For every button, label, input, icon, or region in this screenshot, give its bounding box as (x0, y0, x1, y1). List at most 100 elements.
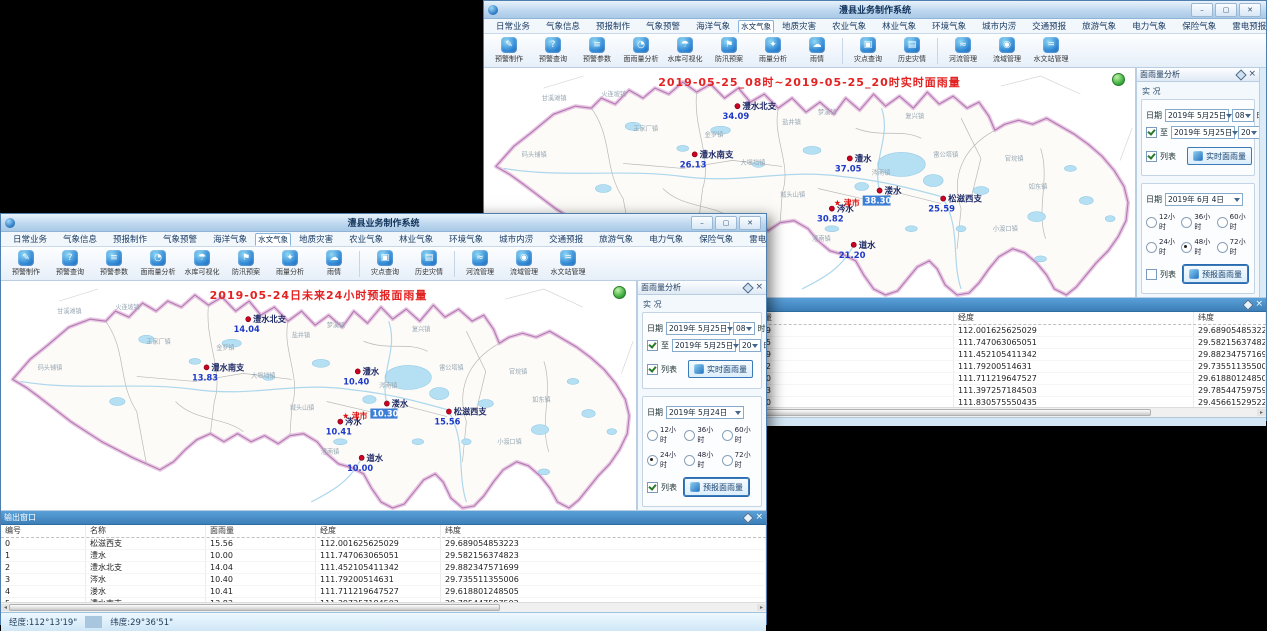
pin-icon[interactable] (1236, 69, 1247, 80)
realtime-rain-button[interactable]: 实时面雨量 (1187, 147, 1252, 165)
toolbar-button[interactable]: ≈河流管理 (458, 250, 502, 277)
table-row[interactable]: 1澧水10.00111.74706306505129.582156374823 (1, 550, 766, 562)
scrollbar-thumb[interactable] (9, 604, 501, 611)
maximize-button[interactable]: ▢ (715, 216, 737, 230)
radio-circle[interactable] (1181, 217, 1192, 228)
map-area[interactable]: 甘溪滩镇码头铺镇火连坡镇王家厂镇金罗镇大堰垱镇盐井镇梦溪镇复兴镇涔南镇官垸镇如东… (1, 281, 637, 510)
list-checkbox[interactable] (647, 482, 658, 493)
to-checkbox[interactable] (1146, 127, 1157, 138)
to-date-select[interactable]: 2019年 5月25日 (1171, 126, 1235, 139)
radio-circle[interactable] (684, 430, 695, 441)
from-date-select[interactable]: 2019年 5月25日 (666, 322, 730, 335)
radio-circle[interactable] (1146, 217, 1157, 228)
toolbar-button[interactable]: ▣灾点查询 (363, 250, 407, 277)
map-refresh-button[interactable] (613, 286, 626, 299)
station-value-selected[interactable]: 38.30 (863, 196, 892, 207)
toolbar-button[interactable]: ✦雨量分析 (751, 37, 795, 64)
menu-tab-item[interactable]: 交通预报 (541, 232, 591, 246)
menu-tab-item[interactable]: 环境气象 (441, 232, 491, 246)
close-icon[interactable]: × (755, 513, 763, 522)
radio-circle[interactable] (1146, 242, 1157, 253)
radio-circle[interactable] (722, 455, 733, 466)
station-value-selected[interactable]: 10.30 (370, 408, 398, 418)
toolbar-button[interactable]: ≡预警参数 (92, 250, 136, 277)
toolbar-button[interactable]: ✦雨量分析 (268, 250, 312, 277)
menu-tab-item[interactable]: 气象信息 (55, 232, 105, 246)
toolbar-button[interactable]: ≡预警参数 (575, 37, 619, 64)
to-date-select[interactable]: 2019年 5月25日 (672, 339, 736, 352)
list-checkbox[interactable] (1146, 269, 1157, 280)
menu-tab-item[interactable]: 日常业务 (488, 19, 538, 33)
radio-36小时[interactable]: 36小时 (1181, 212, 1214, 232)
radio-48小时[interactable]: 48小时 (684, 450, 719, 470)
menu-tab-selected[interactable]: 水文气象 (738, 20, 774, 33)
radio-circle[interactable] (647, 455, 658, 466)
menu-tab-item[interactable]: 农业气象 (341, 232, 391, 246)
pin-icon[interactable] (743, 282, 754, 293)
toolbar-button[interactable]: ◉流域管理 (985, 37, 1029, 64)
forecast-date-select[interactable]: 2019年 5月24日 (666, 406, 744, 419)
radio-60小时[interactable]: 60小时 (722, 425, 757, 445)
menu-tab-item[interactable]: 环境气象 (924, 19, 974, 33)
from-date-select[interactable]: 2019年 5月25日 (1165, 109, 1229, 122)
radio-24小时[interactable]: 24小时 (647, 450, 682, 470)
toolbar-button[interactable]: ◔面雨量分析 (619, 37, 663, 64)
toolbar-button[interactable]: ☂水库可视化 (663, 37, 707, 64)
radio-circle[interactable] (647, 430, 658, 441)
minimize-button[interactable]: – (691, 216, 713, 230)
menu-tab-item[interactable]: 海洋气象 (688, 19, 738, 33)
pin-icon[interactable] (1243, 299, 1254, 310)
realtime-rain-button[interactable]: 实时面雨量 (688, 360, 753, 378)
radio-72小时[interactable]: 72小时 (722, 450, 757, 470)
toolbar-button[interactable]: ▤历史灾情 (890, 37, 934, 64)
toolbar-button[interactable]: ✎预警制作 (4, 250, 48, 277)
menu-tab-item[interactable]: 雷电预报 (741, 232, 766, 246)
menu-tab-item[interactable]: 预报制作 (588, 19, 638, 33)
toolbar-button[interactable]: ☁雨情 (795, 37, 839, 64)
menu-tab-item[interactable]: 保险气象 (691, 232, 741, 246)
forecast-date-select[interactable]: 2019年 6月 4日 (1165, 193, 1243, 206)
toolbar-button[interactable]: ⚑防汛预案 (707, 37, 751, 64)
list-checkbox[interactable] (647, 364, 658, 375)
toolbar-button[interactable]: ☂水库可视化 (180, 250, 224, 277)
menu-tab-item[interactable]: 林业气象 (874, 19, 924, 33)
to-hour-select[interactable]: 20 (739, 339, 761, 352)
close-button[interactable]: ✕ (1239, 3, 1261, 17)
toolbar-button[interactable]: ✎预警制作 (487, 37, 531, 64)
horizontal-scrollbar[interactable]: ◂▸ (1, 602, 766, 612)
radio-12小时[interactable]: 12小时 (647, 425, 682, 445)
close-icon[interactable]: × (1255, 300, 1263, 309)
toolbar-button[interactable]: ▣灾点查询 (846, 37, 890, 64)
radio-circle[interactable] (722, 430, 733, 441)
maximize-button[interactable]: ▢ (1215, 3, 1237, 17)
minimize-button[interactable]: – (1191, 3, 1213, 17)
menu-tab-item[interactable]: 地质灾害 (774, 19, 824, 33)
close-icon[interactable]: × (755, 283, 763, 292)
menu-tab-item[interactable]: 交通预报 (1024, 19, 1074, 33)
radio-36小时[interactable]: 36小时 (684, 425, 719, 445)
menu-tab-item[interactable]: 电力气象 (641, 232, 691, 246)
toolbar-button[interactable]: ◔面雨量分析 (136, 250, 180, 277)
toolbar-button[interactable]: ?预警查询 (48, 250, 92, 277)
to-checkbox[interactable] (647, 340, 658, 351)
menu-tab-item[interactable]: 保险气象 (1174, 19, 1224, 33)
toolbar-button[interactable]: ◉流域管理 (502, 250, 546, 277)
menu-tab-item[interactable]: 气象预警 (155, 232, 205, 246)
radio-circle[interactable] (1217, 242, 1228, 253)
toolbar-button[interactable]: ⚑防汛预案 (224, 250, 268, 277)
toolbar-button[interactable]: ▤历史灾情 (407, 250, 451, 277)
radio-48小时[interactable]: 48小时 (1181, 237, 1214, 257)
table-row[interactable]: 2澧水北支14.04111.45210541134229.88234757169… (1, 562, 766, 574)
radio-24小时[interactable]: 24小时 (1146, 237, 1179, 257)
menu-tab-item[interactable]: 电力气象 (1124, 19, 1174, 33)
pin-icon[interactable] (743, 512, 754, 523)
close-button[interactable]: ✕ (739, 216, 761, 230)
county-map[interactable]: 甘溪滩镇码头铺镇火连坡镇王家厂镇金罗镇大堰垱镇盐井镇梦溪镇复兴镇涔南镇官垸镇如东… (1, 281, 636, 510)
menu-tab-item[interactable]: 城市内涝 (974, 19, 1024, 33)
radio-60小时[interactable]: 60小时 (1217, 212, 1250, 232)
menu-tab-item[interactable]: 旅游气象 (591, 232, 641, 246)
toolbar-button[interactable]: ?预警查询 (531, 37, 575, 64)
to-hour-select[interactable]: 20 (1238, 126, 1259, 139)
menu-tab-item[interactable]: 海洋气象 (205, 232, 255, 246)
menu-tab-item[interactable]: 旅游气象 (1074, 19, 1124, 33)
